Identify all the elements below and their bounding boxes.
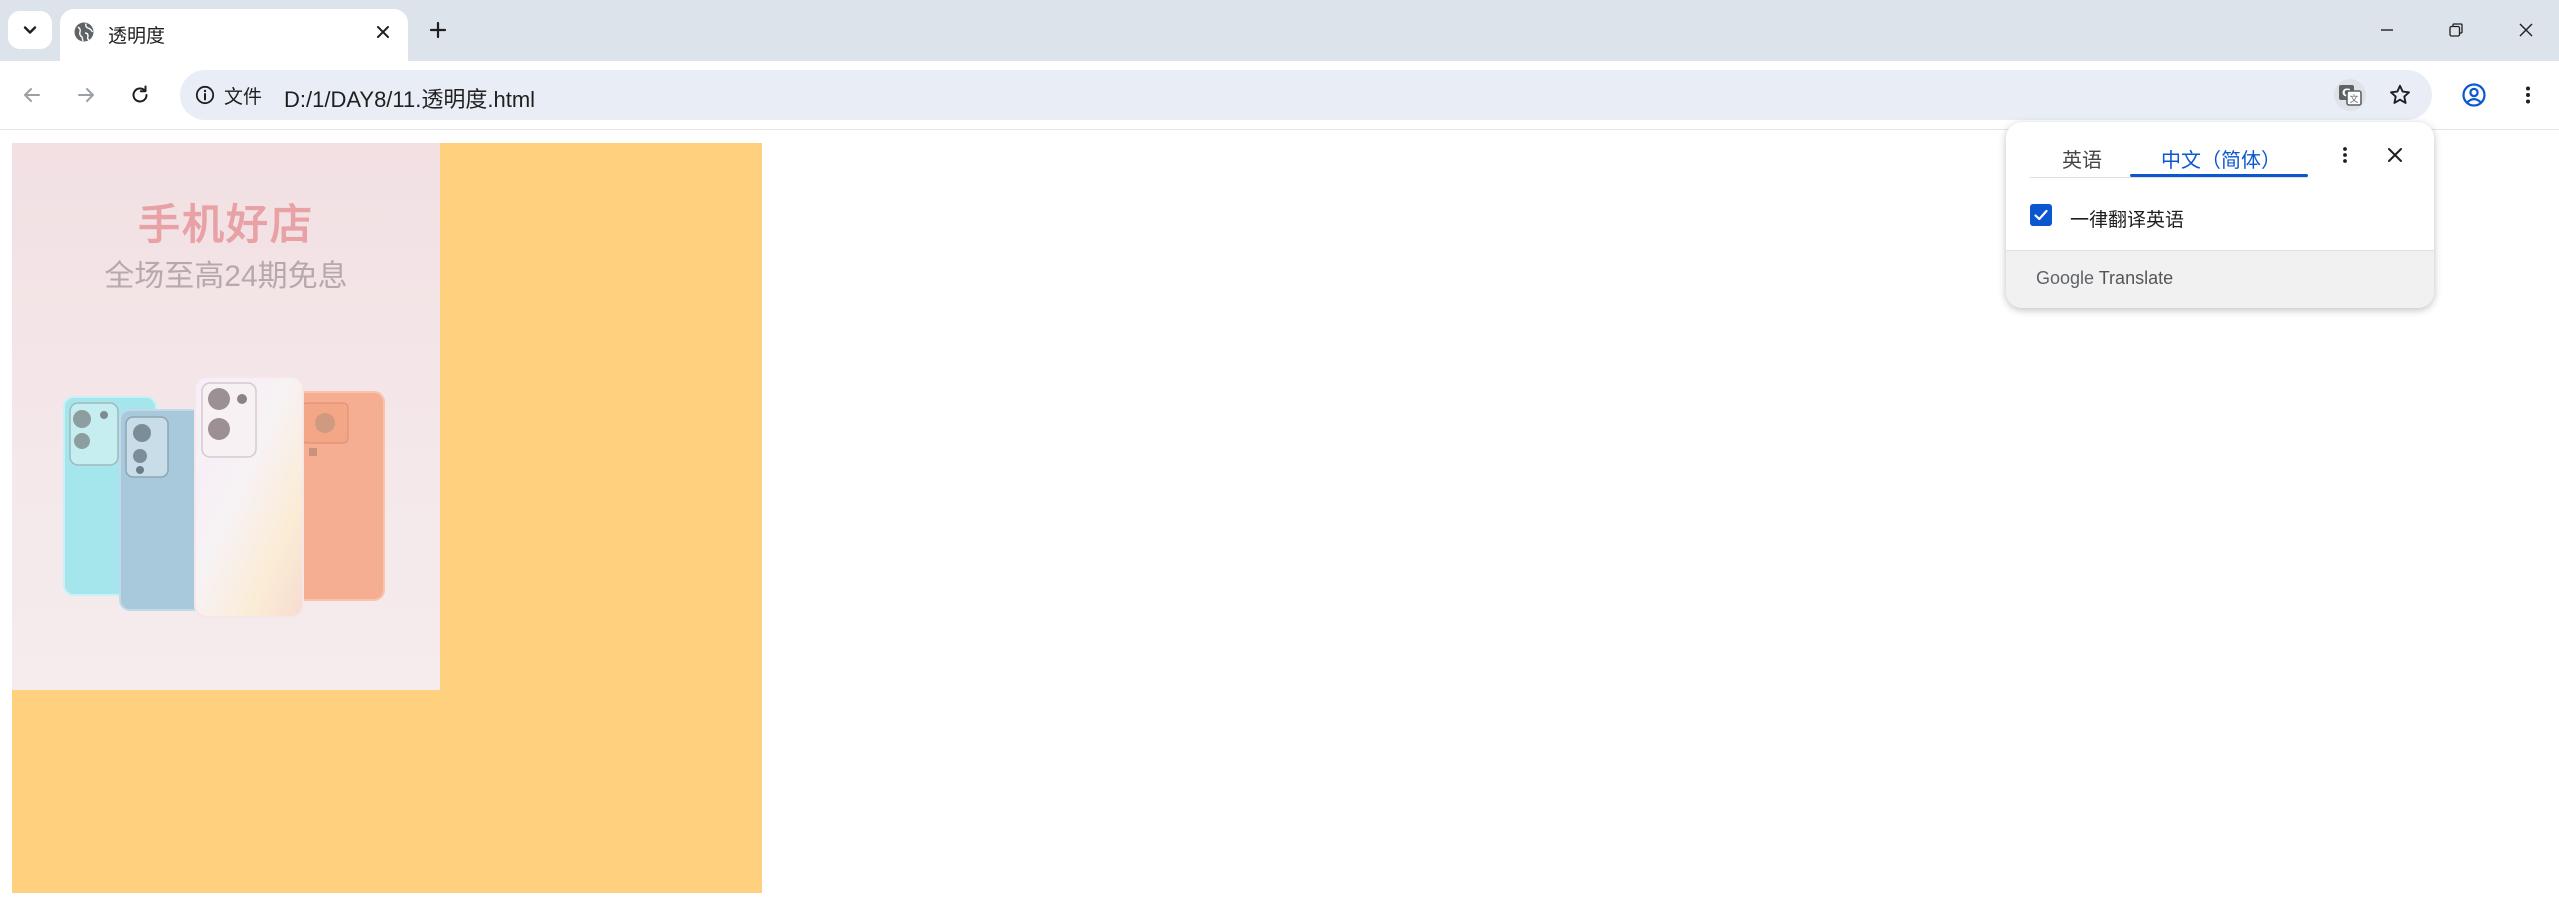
star-icon [2390,84,2410,104]
minimize-icon [2381,29,2393,31]
arrow-right-icon [78,88,94,102]
close-window-button[interactable] [2510,14,2542,46]
plus-icon [429,21,447,39]
bookmark-button[interactable] [2384,79,2416,111]
account-circle-icon [2462,83,2486,107]
reload-button[interactable] [123,78,157,112]
phones-illustration [63,376,385,618]
restore-button[interactable] [2440,14,2472,46]
close-icon [2519,23,2533,37]
translate-page-button[interactable]: G 文 [2334,79,2366,111]
translate-close-button[interactable] [2380,140,2410,170]
reload-icon [132,85,148,103]
always-translate-label[interactable]: 一律翻译英语 [2070,205,2184,232]
promo-image: 手机好店 全场至高24期免息 [12,143,440,690]
google-translate-brand: Google Translate [2036,268,2173,289]
popup-footer: Google Translate [2006,250,2434,308]
active-tab[interactable]: 透明度 [60,9,408,61]
url-text[interactable]: D:/1/DAY8/11.透明度.html [284,82,535,114]
back-button[interactable] [15,78,49,112]
svg-text:文: 文 [2349,93,2358,105]
always-translate-checkbox[interactable] [2030,204,2052,226]
site-info-label: 文件 [224,86,263,108]
more-vert-icon [2343,147,2347,163]
browser-toolbar: 文件 D:/1/DAY8/11.透明度.html G 文 [0,61,2559,130]
minimize-button[interactable] [2371,14,2403,46]
tab-title: 透明度 [108,26,166,47]
arrow-left-icon [24,88,40,102]
browser-menu-button[interactable] [2511,78,2545,112]
tab-source-language[interactable]: 英语 [2062,144,2102,173]
forward-button[interactable] [69,78,103,112]
close-icon [2388,148,2402,162]
translate-popup: 英语 中文（简体） 一律翻译英语 Google Translate [2006,122,2434,308]
site-info-chip[interactable]: 文件 [194,83,263,108]
google-wordmark: Google [2036,268,2095,288]
checkmark-icon [2034,209,2048,221]
address-bar[interactable]: 文件 D:/1/DAY8/11.透明度.html G 文 [180,70,2432,120]
profile-button[interactable] [2457,78,2491,112]
info-icon [195,85,215,105]
tab-target-language[interactable]: 中文（简体） [2161,144,2281,173]
translate-icon: G 文 [2339,85,2362,106]
tab-strip: 透明度 [0,0,2559,61]
chevron-down-icon [23,26,37,34]
more-vert-icon [2526,86,2530,104]
translate-options-button[interactable] [2330,140,2360,170]
tabs-divider [2030,177,2308,178]
translate-wordmark: Translate [2098,268,2174,288]
restore-icon [2449,23,2463,37]
new-tab-button[interactable] [422,14,454,46]
close-icon [377,26,389,38]
tab-search-button[interactable] [8,11,52,49]
globe-icon [74,22,94,42]
tab-close-button[interactable] [372,21,394,43]
active-tab-indicator [2130,174,2308,177]
